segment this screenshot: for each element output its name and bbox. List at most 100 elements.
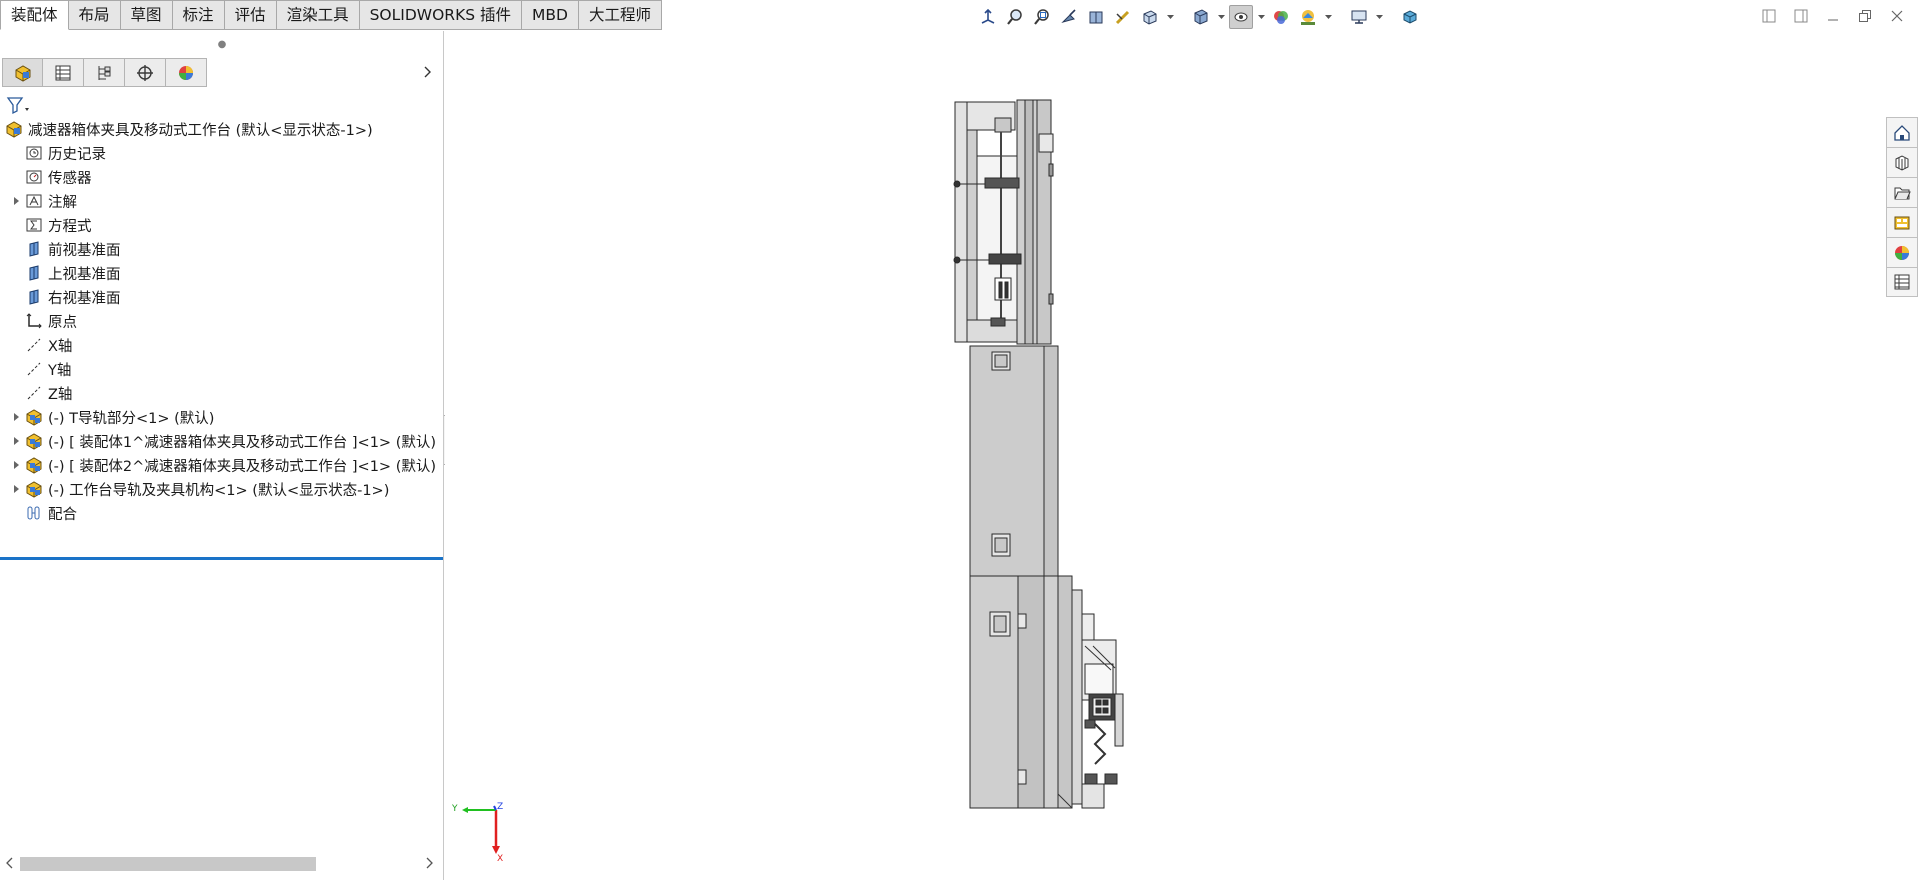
axis-icon: [24, 383, 44, 403]
configurationmanager-tab[interactable]: [84, 58, 125, 87]
command-tab[interactable]: 渲染工具: [276, 0, 360, 30]
tree-item[interactable]: 上视基准面: [0, 261, 444, 285]
tree-item[interactable]: (-) T导轨部分<1> (默认): [0, 405, 444, 429]
view-orientation-dropdown-icon[interactable]: [1138, 5, 1162, 29]
command-tab[interactable]: 大工程师: [578, 0, 662, 30]
view-palette-icon[interactable]: [1886, 207, 1918, 237]
tree-item[interactable]: (-) [ 装配体2^减速器箱体夹具及移动式工作台 ]<1> (默认): [0, 453, 444, 477]
expand-arrow-icon[interactable]: [10, 405, 24, 429]
tree-item[interactable]: 减速器箱体夹具及移动式工作台 (默认<显示状态-1>): [0, 117, 444, 141]
display-style-icon[interactable]: [1189, 5, 1213, 29]
horizontal-scrollbar[interactable]: [0, 854, 444, 872]
manager-tabs: [2, 58, 207, 88]
task-pane-tabs: [1886, 117, 1920, 297]
scrollbar-thumb[interactable]: [20, 857, 316, 871]
minimize-icon[interactable]: [1822, 6, 1844, 26]
hide-show-icon[interactable]: [1229, 5, 1253, 29]
zoom-to-area-icon[interactable]: [1030, 5, 1054, 29]
command-tab[interactable]: 装配体: [0, 0, 69, 30]
chevron-down-icon[interactable]: [1165, 5, 1175, 29]
tree-item[interactable]: 配合: [0, 501, 444, 525]
expand-arrow-icon[interactable]: [10, 453, 24, 477]
triad-y-arrow: [462, 807, 468, 813]
command-tab[interactable]: MBD: [522, 0, 579, 30]
chevron-down-icon[interactable]: [1216, 5, 1226, 29]
plane-icon: [24, 287, 44, 307]
plane-icon: [24, 263, 44, 283]
solidworks-resources-icon[interactable]: [1886, 117, 1918, 147]
filter-icon[interactable]: [6, 93, 36, 117]
subassembly-icon: [24, 455, 44, 475]
tree-item-label: X轴: [48, 338, 73, 355]
tree-item[interactable]: 传感器: [0, 165, 444, 189]
expand-arrow-icon[interactable]: [10, 189, 24, 213]
tree-item[interactable]: (-) [ 装配体1^减速器箱体夹具及移动式工作台 ]<1> (默认): [0, 429, 444, 453]
tree-item[interactable]: Y轴: [0, 357, 444, 381]
tree-item[interactable]: 方程式: [0, 213, 444, 237]
dynamic-annotation-icon[interactable]: [1111, 5, 1135, 29]
tree-item-label: (-) 工作台导轨及夹具机构<1> (默认<显示状态-1>): [48, 482, 390, 499]
expand-arrow-icon[interactable]: [10, 477, 24, 501]
command-tab[interactable]: SOLIDWORKS 插件: [359, 0, 523, 30]
tree-item-label: 传感器: [48, 170, 92, 187]
tree-item[interactable]: 历史记录: [0, 141, 444, 165]
scroll-left-icon[interactable]: [2, 854, 18, 872]
zoom-to-fit-icon[interactable]: [1003, 5, 1027, 29]
tree-item-label: 原点: [48, 314, 77, 331]
close-icon[interactable]: [1886, 6, 1908, 26]
triad-z-label: Z: [497, 802, 503, 812]
3d-view-icon[interactable]: [1398, 5, 1422, 29]
command-tab[interactable]: 评估: [224, 0, 277, 30]
feature-tree: 减速器箱体夹具及移动式工作台 (默认<显示状态-1>) 历史记录传感器注解方程式前…: [0, 117, 444, 525]
command-tab[interactable]: 布局: [68, 0, 121, 30]
tree-item[interactable]: Z轴: [0, 381, 444, 405]
origin-icon: [24, 311, 44, 331]
chevron-down-icon[interactable]: [1374, 5, 1384, 29]
annotation-icon: [24, 191, 44, 211]
subassembly-icon: [24, 479, 44, 499]
assembly-icon: [4, 119, 24, 139]
rollback-bar[interactable]: [0, 557, 443, 560]
section-view-icon[interactable]: [1084, 5, 1108, 29]
tree-item[interactable]: 右视基准面: [0, 285, 444, 309]
restore-icon[interactable]: [1854, 6, 1876, 26]
scroll-right-icon[interactable]: [422, 854, 438, 872]
edit-appearance-icon[interactable]: [1269, 5, 1293, 29]
chevron-down-icon[interactable]: [1256, 5, 1266, 29]
equation-icon: [24, 215, 44, 235]
previous-view-icon[interactable]: [1057, 5, 1081, 29]
subassembly-icon: [24, 407, 44, 427]
tree-item-label: 配合: [48, 506, 77, 523]
design-library-icon[interactable]: [1886, 147, 1918, 177]
tree-item[interactable]: 前视基准面: [0, 237, 444, 261]
featuremanager-tab[interactable]: [2, 58, 43, 87]
tree-item[interactable]: X轴: [0, 333, 444, 357]
tree-item-label: 注解: [48, 194, 77, 211]
graphics-area[interactable]: [445, 31, 1920, 880]
dimxpert-tab[interactable]: [125, 58, 166, 87]
expand-arrow-icon[interactable]: [10, 429, 24, 453]
command-tab[interactable]: 标注: [172, 0, 225, 30]
file-explorer-icon[interactable]: [1886, 177, 1918, 207]
subassembly-icon: [24, 431, 44, 451]
apply-scene-icon[interactable]: [1296, 5, 1320, 29]
tree-item-label: 减速器箱体夹具及移动式工作台 (默认<显示状态-1>): [28, 122, 373, 139]
tree-item[interactable]: 注解: [0, 189, 444, 213]
chevron-right-icon[interactable]: [421, 62, 435, 82]
propertymanager-tab[interactable]: [43, 58, 84, 87]
view-settings-icon[interactable]: [1347, 5, 1371, 29]
appearances-icon[interactable]: [1886, 237, 1918, 267]
panel-grip[interactable]: ●: [0, 39, 444, 50]
view-orientation-icon[interactable]: [976, 5, 1000, 29]
history-icon: [24, 143, 44, 163]
tile-left-icon[interactable]: [1758, 6, 1780, 26]
tile-right-icon[interactable]: [1790, 6, 1812, 26]
command-tab[interactable]: 草图: [120, 0, 173, 30]
assembly-model-view[interactable]: [945, 94, 1145, 834]
custom-properties-icon[interactable]: [1886, 267, 1918, 297]
tree-item[interactable]: (-) 工作台导轨及夹具机构<1> (默认<显示状态-1>): [0, 477, 444, 501]
tree-item[interactable]: 原点: [0, 309, 444, 333]
tree-item-label: 方程式: [48, 218, 92, 235]
chevron-down-icon[interactable]: [1323, 5, 1333, 29]
displaymanager-tab[interactable]: [166, 58, 207, 87]
